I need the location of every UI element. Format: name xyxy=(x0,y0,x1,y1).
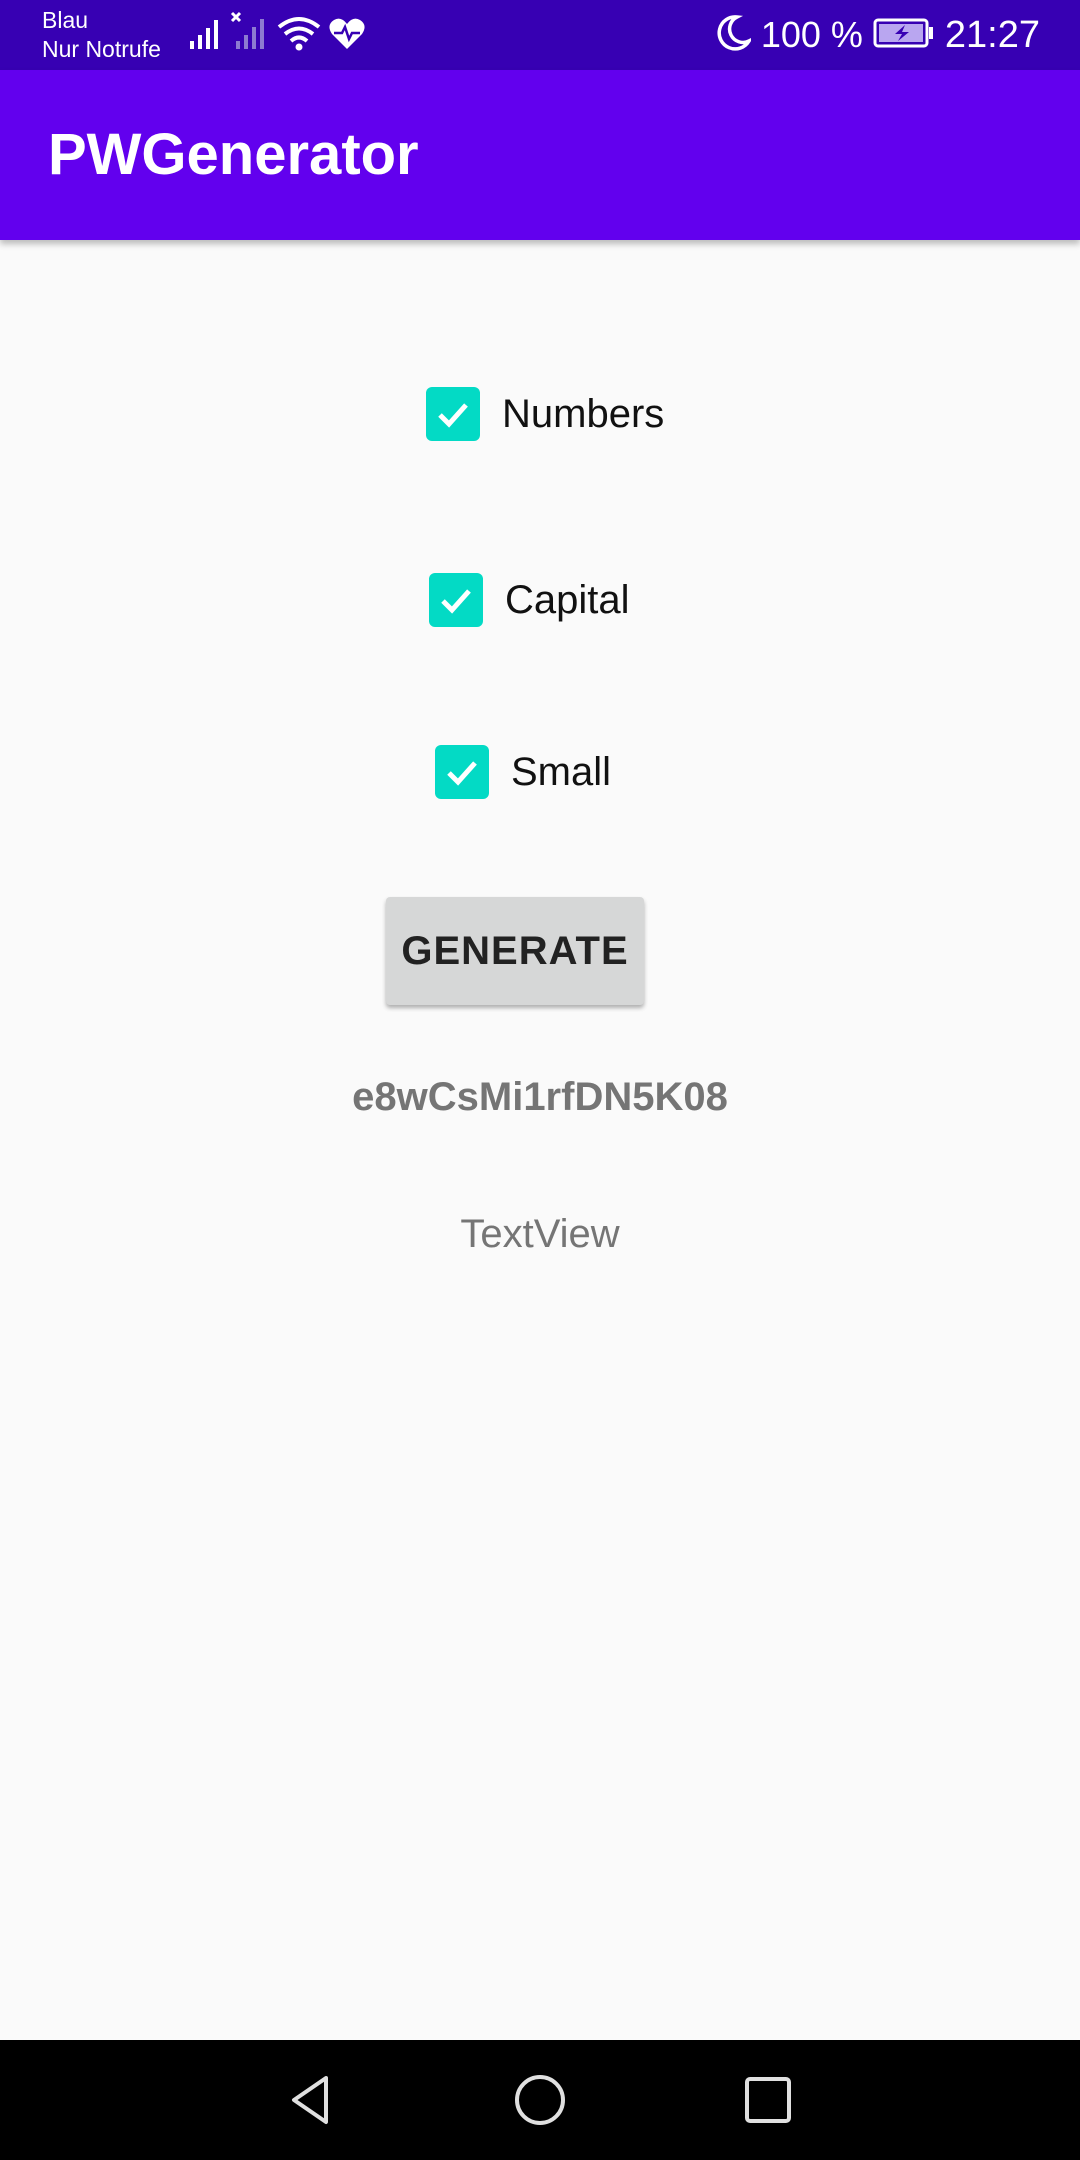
checkbox-checked-icon[interactable] xyxy=(426,387,480,441)
carrier-name: Blau xyxy=(42,7,89,33)
battery-charging-icon xyxy=(873,17,935,54)
status-bar: Blau Nur Notrufe 100 % 21:27 xyxy=(0,0,1080,70)
status-right: 100 % 21:27 xyxy=(717,0,1040,70)
app-title: PWGenerator xyxy=(48,122,419,187)
status-icons xyxy=(188,11,366,56)
navigation-bar xyxy=(0,2040,1080,2160)
checkbox-checked-icon[interactable] xyxy=(435,745,489,799)
numbers-label: Numbers xyxy=(502,391,665,436)
small-label: Small xyxy=(511,749,612,794)
carrier-status: Nur Notrufe xyxy=(42,36,161,62)
clock: 21:27 xyxy=(944,13,1040,56)
capital-label: Capital xyxy=(505,577,630,622)
home-icon[interactable] xyxy=(505,2065,575,2135)
carrier-info: Blau Nur Notrufe xyxy=(42,6,161,64)
numbers-checkbox[interactable]: Numbers xyxy=(426,384,664,444)
capital-checkbox[interactable]: Capital xyxy=(429,570,630,630)
recents-icon[interactable] xyxy=(733,2065,803,2135)
small-checkbox[interactable]: Small xyxy=(435,742,611,802)
checkbox-checked-icon[interactable] xyxy=(429,573,483,627)
battery-percent: 100 % xyxy=(760,14,863,55)
password-output: e8wCsMi1rfDN5K08 xyxy=(352,1075,728,1119)
no-signal-icon xyxy=(230,11,270,56)
health-icon xyxy=(328,17,366,56)
wifi-icon xyxy=(276,15,322,56)
textview-label: TextView xyxy=(460,1212,620,1256)
app-bar: PWGenerator xyxy=(0,70,1080,240)
generate-button[interactable]: GENERATE xyxy=(386,897,644,1005)
signal-icon xyxy=(188,15,224,56)
back-icon[interactable] xyxy=(275,2065,345,2135)
moon-icon xyxy=(717,14,754,56)
